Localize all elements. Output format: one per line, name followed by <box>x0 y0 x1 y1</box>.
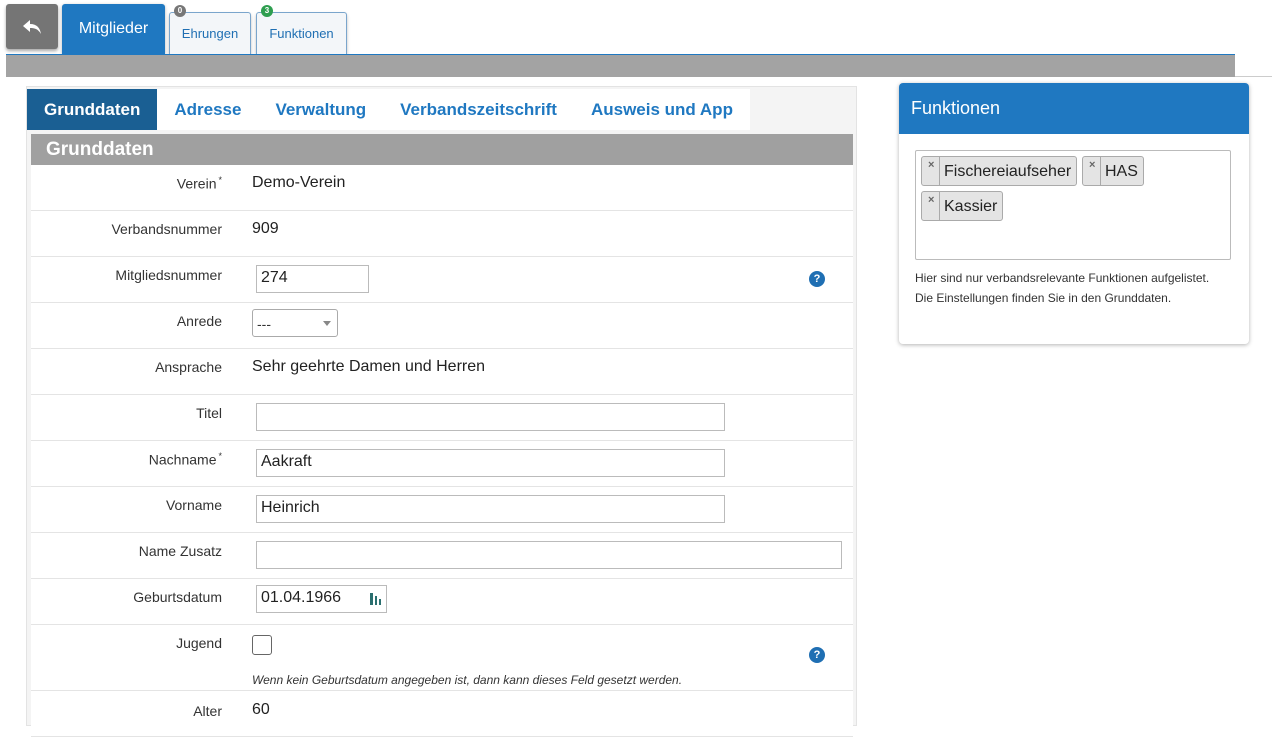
field-label: Mitgliedsnummer <box>115 267 222 283</box>
tab-grunddaten[interactable]: Grunddaten <box>27 89 158 130</box>
tab-mitglieder[interactable]: Mitglieder <box>62 4 165 54</box>
vorname-input[interactable]: Heinrich <box>256 495 725 523</box>
form-row-nachname: Nachname * Aakraft <box>31 441 853 487</box>
tab-label: Funktionen <box>269 26 334 41</box>
field-label: Nachname * <box>148 451 222 468</box>
close-icon[interactable]: × <box>928 194 934 206</box>
panel-title: Funktionen <box>899 83 1249 134</box>
form-row-ansprache: Ansprache Sehr geehrte Damen und Herren <box>31 349 853 395</box>
form-row-jugend: Jugend ? Wenn kein Geburtsdatum angegebe… <box>31 625 853 691</box>
alter-value: 60 <box>252 701 270 718</box>
function-tag: × HAS <box>1082 156 1144 186</box>
member-form-panel: Grunddaten Adresse Verwaltung Verbandsze… <box>26 86 857 737</box>
help-icon[interactable]: ? <box>809 647 825 663</box>
verein-value: Demo-Verein <box>252 174 346 191</box>
form-rows: Verein * Demo-Verein Verbandsnummer 909 M… <box>31 165 853 737</box>
form-row-titel: Titel <box>31 395 853 441</box>
funktionen-multiselect[interactable]: × Fischereiaufseher × HAS × Kassier <box>915 150 1231 260</box>
funktionen-panel: Funktionen × Fischereiaufseher × HAS × K… <box>899 83 1249 344</box>
divider <box>1235 76 1272 77</box>
form-row-vorname: Vorname Heinrich <box>31 487 853 533</box>
field-label: Alter <box>193 703 222 719</box>
form-row-name-zusatz: Name Zusatz <box>31 533 853 579</box>
help-icon[interactable]: ? <box>809 271 825 287</box>
function-tag: × Fischereiaufseher <box>921 156 1078 186</box>
count-badge: 0 <box>174 5 186 17</box>
name-zusatz-input[interactable] <box>256 541 842 569</box>
chevron-down-icon <box>323 321 331 326</box>
count-badge: 3 <box>261 5 273 17</box>
tab-label: Ehrungen <box>181 26 239 41</box>
function-tag: × Kassier <box>921 191 1004 221</box>
jugend-hint: Wenn kein Geburtsdatum angegeben ist, da… <box>252 673 683 687</box>
form-row-mitgliedsnummer: Mitgliedsnummer 274 ? <box>31 257 853 303</box>
form-row-anrede: Anrede --- <box>31 303 853 349</box>
field-label: Name Zusatz <box>138 543 222 559</box>
form-row-verein: Verein * Demo-Verein <box>31 165 853 211</box>
tab-ehrungen[interactable]: 0 Ehrungen <box>169 5 251 54</box>
titel-input[interactable] <box>256 403 725 431</box>
form-row-alter: Alter 60 <box>31 691 853 737</box>
close-icon[interactable]: × <box>1089 159 1095 171</box>
tab-adresse[interactable]: Adresse <box>157 89 259 130</box>
field-label: Ansprache <box>155 359 222 375</box>
jugend-checkbox[interactable] <box>252 635 272 655</box>
mitgliedsnummer-input[interactable]: 274 <box>256 265 369 293</box>
date-value: 01.04.1966 <box>261 589 342 606</box>
tab-verwaltung[interactable]: Verwaltung <box>258 89 384 130</box>
ansprache-value: Sehr geehrte Damen und Herren <box>252 358 486 375</box>
calendar-icon[interactable] <box>370 592 382 606</box>
field-label: Titel <box>196 405 222 421</box>
field-label: Jugend <box>176 635 222 651</box>
nachname-input[interactable]: Aakraft <box>256 449 725 477</box>
field-label: Anrede <box>176 313 222 329</box>
field-label: Geburtsdatum <box>133 589 222 605</box>
geburtsdatum-input[interactable]: 01.04.1966 <box>256 585 387 613</box>
back-button[interactable] <box>6 4 58 49</box>
selected-value: --- <box>257 316 271 332</box>
panel-note: Hier sind nur verbandsrelevante Funktion… <box>915 271 1210 305</box>
toolbar-band <box>6 55 1235 77</box>
close-icon[interactable]: × <box>928 159 934 171</box>
reply-icon <box>23 19 41 34</box>
field-label: Verein * <box>176 175 222 192</box>
field-label: Verbandsnummer <box>111 221 222 237</box>
anrede-select[interactable]: --- <box>252 309 338 337</box>
section-title: Grunddaten <box>31 134 853 165</box>
form-row-geburtsdatum: Geburtsdatum 01.04.1966 <box>31 579 853 625</box>
tab-funktionen[interactable]: 3 Funktionen <box>256 5 347 54</box>
verbandsnummer-value: 909 <box>252 220 279 237</box>
form-row-verbandsnummer: Verbandsnummer 909 <box>31 211 853 257</box>
subtab-bar: Grunddaten Adresse Verwaltung Verbandsze… <box>27 89 750 130</box>
tab-ausweis-und-app[interactable]: Ausweis und App <box>573 89 750 130</box>
tab-verbandszeitschrift[interactable]: Verbandszeitschrift <box>383 89 574 130</box>
field-label: Vorname <box>165 497 222 513</box>
